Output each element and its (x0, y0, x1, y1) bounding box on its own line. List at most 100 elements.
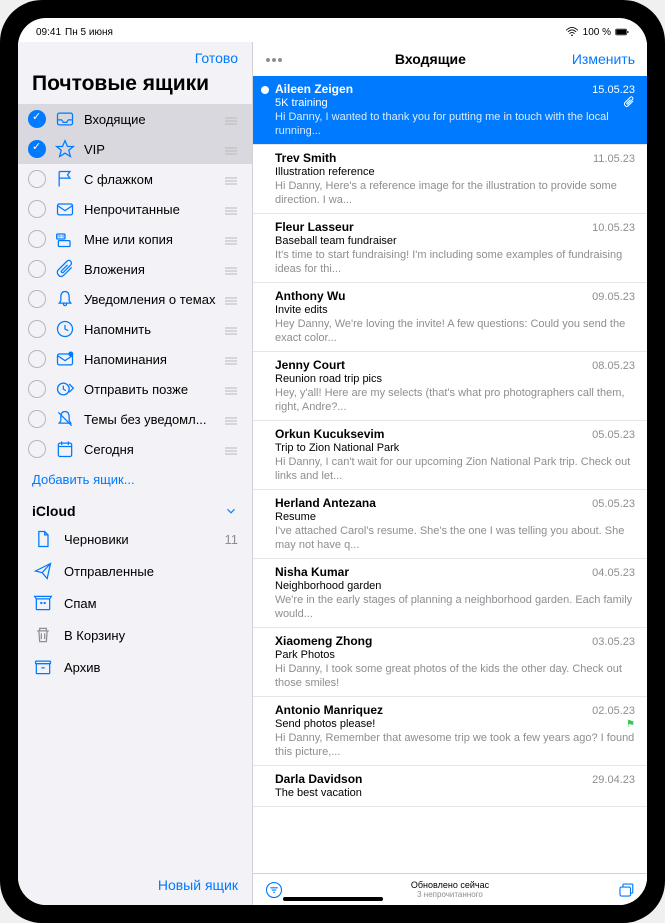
drag-handle-icon[interactable] (224, 324, 238, 334)
mailbox-item[interactable]: Непрочитанные (18, 194, 252, 224)
mailbox-item[interactable]: Уведомления о темах (18, 284, 252, 314)
message-preview: Hi Danny, Here's a reference image for t… (275, 179, 635, 207)
drag-handle-icon[interactable] (224, 384, 238, 394)
flag-icon (54, 168, 76, 190)
message-item[interactable]: Fleur Lasseur 10.05.23 Baseball team fun… (253, 214, 647, 283)
mailbox-item[interactable]: VIP (18, 134, 252, 164)
message-subject: 5K training (275, 97, 635, 109)
mailbox-item[interactable]: Темы без уведомл... (18, 404, 252, 434)
folder-item[interactable]: Спам (18, 587, 252, 619)
battery-icon (615, 27, 629, 37)
flag-icon: ⚑ (626, 719, 635, 730)
message-subject: Invite edits (275, 304, 635, 316)
tome-icon: МНЕ (54, 228, 76, 250)
mailbox-item[interactable]: С флажком (18, 164, 252, 194)
message-date: 08.05.23 (592, 360, 635, 372)
mailbox-item[interactable]: Входящие (18, 104, 252, 134)
drag-handle-icon[interactable] (224, 414, 238, 424)
folder-label: Отправленные (64, 564, 238, 579)
drag-handle-icon[interactable] (224, 144, 238, 154)
mailbox-item[interactable]: Напомнить (18, 314, 252, 344)
checkbox[interactable] (28, 290, 46, 308)
drag-handle-icon[interactable] (224, 294, 238, 304)
checkbox[interactable] (28, 410, 46, 428)
drag-handle-icon[interactable] (224, 114, 238, 124)
message-date: 15.05.23 (592, 84, 635, 96)
checkbox[interactable] (28, 350, 46, 368)
message-item[interactable]: Herland Antezana 05.05.23 Resume I've at… (253, 490, 647, 559)
mailbox-label: Непрочитанные (84, 202, 216, 217)
checkbox[interactable] (28, 320, 46, 338)
message-subject: Trip to Zion National Park (275, 442, 635, 454)
message-preview: It's time to start fundraising! I'm incl… (275, 248, 635, 276)
mailbox-item[interactable]: Вложения (18, 254, 252, 284)
message-subject: Baseball team fundraiser (275, 235, 635, 247)
checkbox[interactable] (28, 200, 46, 218)
checkbox[interactable] (28, 140, 46, 158)
message-item[interactable]: Anthony Wu 09.05.23 Invite edits Hey Dan… (253, 283, 647, 352)
ellipsis-icon[interactable] (265, 50, 289, 68)
status-date: Пн 5 июня (65, 27, 113, 38)
message-subject: Send photos please! (275, 718, 635, 730)
checkbox[interactable] (28, 230, 46, 248)
mailbox-item[interactable]: Сегодня (18, 434, 252, 464)
inbox-title: Входящие (395, 51, 466, 67)
done-button[interactable]: Готово (195, 50, 238, 66)
message-item[interactable]: Nisha Kumar 04.05.23 Neighborhood garden… (253, 559, 647, 628)
folder-item[interactable]: Архив (18, 651, 252, 683)
drag-handle-icon[interactable] (224, 204, 238, 214)
footer-status: Обновлено сейчас 3 непрочитанного (411, 880, 489, 899)
checkbox[interactable] (28, 380, 46, 398)
stack-icon[interactable] (617, 881, 635, 899)
mailbox-item[interactable]: Напоминания (18, 344, 252, 374)
message-sender: Nisha Kumar (275, 565, 349, 579)
drag-handle-icon[interactable] (224, 234, 238, 244)
folder-item[interactable]: Отправленные (18, 555, 252, 587)
chevron-down-icon (224, 504, 238, 518)
message-item[interactable]: Trev Smith 11.05.23 Illustration referen… (253, 145, 647, 214)
status-bar: 09:41 Пн 5 июня 100 % (18, 18, 647, 42)
mailbox-item[interactable]: Отправить позже (18, 374, 252, 404)
inbox-icon (54, 108, 76, 130)
message-item[interactable]: Xiaomeng Zhong 03.05.23 Park Photos Hi D… (253, 628, 647, 697)
drag-handle-icon[interactable] (224, 174, 238, 184)
edit-button[interactable]: Изменить (572, 51, 635, 67)
checkbox[interactable] (28, 440, 46, 458)
folder-label: Спам (64, 596, 238, 611)
checkbox[interactable] (28, 110, 46, 128)
message-subject: Illustration reference (275, 166, 635, 178)
drag-handle-icon[interactable] (224, 444, 238, 454)
message-preview: Hi Danny, Remember that awesome trip we … (275, 731, 635, 759)
message-list-pane: Входящие Изменить Aileen Zeigen 15.05.23… (252, 42, 647, 905)
message-date: 05.05.23 (592, 429, 635, 441)
message-date: 29.04.23 (592, 774, 635, 786)
message-item[interactable]: Darla Davidson 29.04.23 The best vacatio… (253, 766, 647, 807)
checkbox[interactable] (28, 170, 46, 188)
mailbox-label: Мне или копия (84, 232, 216, 247)
message-preview: Hi Danny, I can't wait for our upcoming … (275, 455, 635, 483)
message-item[interactable]: Antonio Manriquez 02.05.23 Send photos p… (253, 697, 647, 766)
envelope-icon (54, 198, 76, 220)
new-mailbox-button[interactable]: Новый ящик (18, 865, 252, 905)
folder-item[interactable]: В Корзину (18, 619, 252, 651)
checkbox[interactable] (28, 260, 46, 278)
account-header[interactable]: iCloud (18, 495, 252, 523)
message-preview: Hi Danny, I wanted to thank you for putt… (275, 110, 635, 138)
mailbox-item[interactable]: МНЕ Мне или копия (18, 224, 252, 254)
message-item[interactable]: Jenny Court 08.05.23 Reunion road trip p… (253, 352, 647, 421)
message-sender: Fleur Lasseur (275, 220, 354, 234)
message-item[interactable]: Orkun Kucuksevim 05.05.23 Trip to Zion N… (253, 421, 647, 490)
add-mailbox-button[interactable]: Добавить ящик... (18, 464, 252, 495)
home-indicator[interactable] (283, 897, 383, 901)
mailbox-label: С флажком (84, 172, 216, 187)
drag-handle-icon[interactable] (224, 264, 238, 274)
folder-count: 11 (225, 532, 239, 547)
message-sender: Aileen Zeigen (275, 82, 353, 96)
filter-icon[interactable] (265, 881, 283, 899)
drag-handle-icon[interactable] (224, 354, 238, 364)
message-item[interactable]: Aileen Zeigen 15.05.23 5K training Hi Da… (253, 76, 647, 145)
folder-item[interactable]: Черновики 11 (18, 523, 252, 555)
message-date: 05.05.23 (592, 498, 635, 510)
message-sender: Herland Antezana (275, 496, 376, 510)
battery-pct: 100 % (583, 27, 611, 38)
